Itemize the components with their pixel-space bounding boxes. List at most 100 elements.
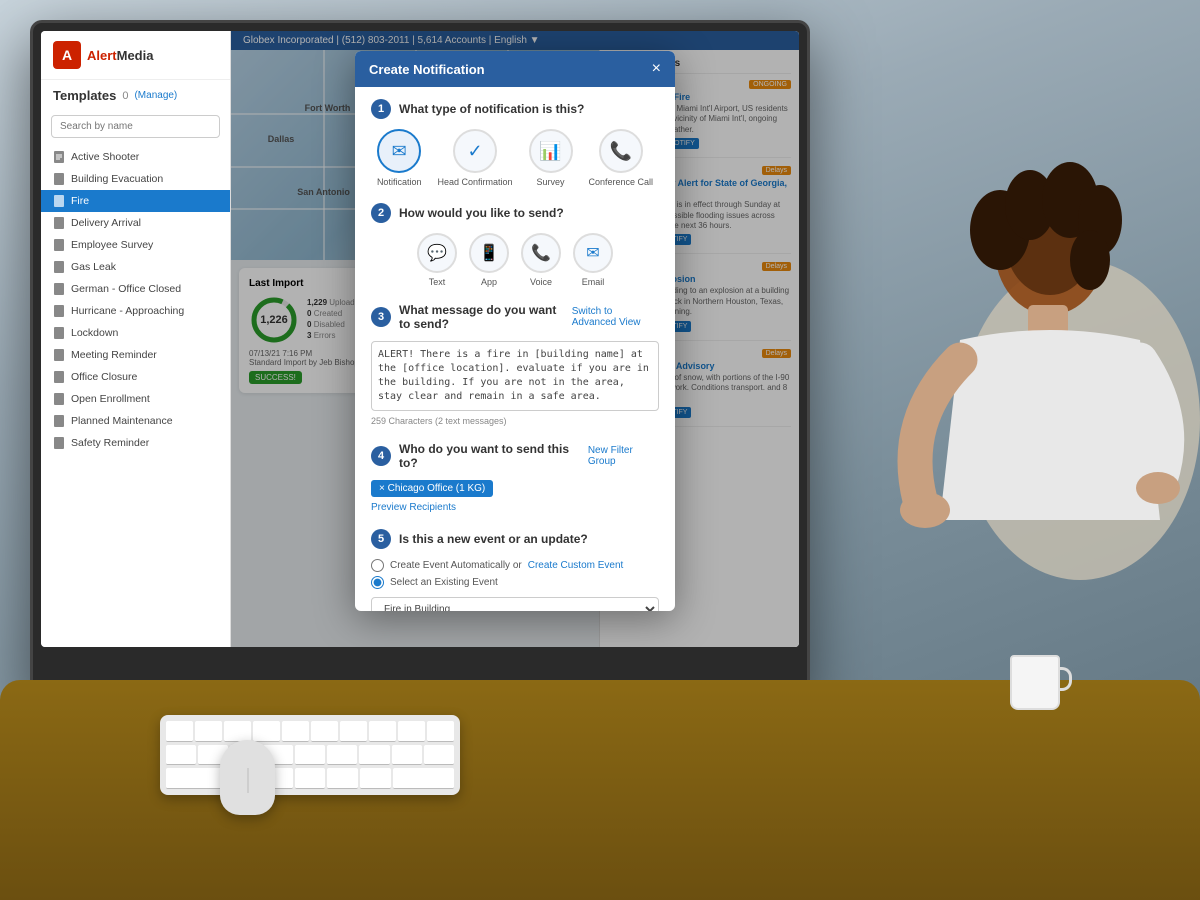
sidebar-item-german-office[interactable]: German - Office Closed (41, 278, 230, 300)
item-label: Open Enrollment (71, 393, 150, 405)
key (359, 745, 389, 766)
sidebar-item-open-enrollment[interactable]: Open Enrollment (41, 388, 230, 410)
sidebar-item-building-evacuation[interactable]: Building Evacuation (41, 168, 230, 190)
radio-existing-event: Select an Existing Event (371, 576, 659, 589)
voice-icon-circle: 📞 (521, 233, 561, 273)
radio-existing-label: Select an Existing Event (390, 577, 498, 588)
item-label-fire: Fire (71, 195, 89, 207)
modal-overlay: Create Notification × 1 What type of not… (231, 31, 799, 647)
step-4: 4 Who do you want to send this to? New F… (371, 442, 659, 513)
sidebar-item-hurricane[interactable]: Hurricane - Approaching (41, 300, 230, 322)
key-space (393, 768, 454, 789)
key (295, 745, 325, 766)
app-icon-circle: 📱 (469, 233, 509, 273)
step-1-header: 1 What type of notification is this? (371, 99, 659, 119)
recipient-chicago: × Chicago Office (1 KG) (371, 480, 493, 497)
message-textarea[interactable]: ALERT! There is a fire in [building name… (371, 341, 659, 411)
step-5-header: 5 Is this a new event or an update? (371, 529, 659, 549)
sidebar-item-office-closure[interactable]: Office Closure (41, 366, 230, 388)
step-5: 5 Is this a new event or an update? Crea… (371, 529, 659, 611)
event-radio-group: Create Event Automatically or Create Cus… (371, 559, 659, 589)
step-3-number: 3 (371, 307, 391, 327)
sidebar-item-meeting[interactable]: Meeting Reminder (41, 344, 230, 366)
sidebar-item-active-shooter[interactable]: Active Shooter (41, 146, 230, 168)
templates-count: 0 (122, 90, 128, 102)
type-label-notification: Notification (377, 177, 422, 187)
radio-create-auto[interactable] (371, 559, 384, 572)
key-spacebar (166, 768, 227, 789)
send-email[interactable]: ✉ Email (573, 233, 613, 287)
sidebar-item-lockdown[interactable]: Lockdown (41, 322, 230, 344)
key (398, 721, 425, 742)
step-2: 2 How would you like to send? 💬 Text (371, 203, 659, 287)
step-1-number: 1 (371, 99, 391, 119)
template-icon (53, 371, 65, 383)
template-icon (53, 349, 65, 361)
keyboard (160, 715, 460, 795)
type-notification[interactable]: ✉ Notification (377, 129, 422, 187)
template-icon (53, 173, 65, 185)
key (327, 745, 357, 766)
sidebar-logo: A AlertMedia (41, 31, 230, 80)
notification-icon-circle: ✉ (377, 129, 421, 173)
step-5-label: Is this a new event or an update? (399, 532, 588, 546)
preview-recipients-link[interactable]: Preview Recipients (371, 502, 456, 513)
item-label: Office Closure (71, 371, 137, 383)
sidebar-item-gas-leak[interactable]: Gas Leak (41, 256, 230, 278)
step-3-label: What message do you want to send? (399, 303, 564, 331)
send-label-voice: Voice (530, 277, 552, 287)
step-4-header: 4 Who do you want to send this to? New F… (371, 442, 659, 470)
template-icon (53, 217, 65, 229)
monitor-screen: A AlertMedia Templates 0 (Manage) Active (41, 31, 799, 647)
send-app[interactable]: 📱 App (469, 233, 509, 287)
key-row-3 (166, 768, 454, 789)
step-3-header: 3 What message do you want to send? Swit… (371, 303, 659, 331)
item-label: Safety Reminder (71, 437, 149, 449)
type-conference-call[interactable]: 📞 Conference Call (589, 129, 654, 187)
new-filter-link[interactable]: New Filter Group (588, 445, 659, 467)
template-icon (53, 393, 65, 405)
send-text[interactable]: 💬 Text (417, 233, 457, 287)
recipients-area: × Chicago Office (1 KG) (371, 480, 659, 497)
sidebar: A AlertMedia Templates 0 (Manage) Active (41, 31, 231, 647)
step-2-label: How would you like to send? (399, 206, 564, 220)
event-selector[interactable]: Fire in Building (371, 597, 659, 611)
head-confirmation-icon-circle: ✓ (453, 129, 497, 173)
step-5-number: 5 (371, 529, 391, 549)
sidebar-item-fire[interactable]: Fire (41, 190, 230, 212)
key (392, 745, 422, 766)
template-icon (53, 151, 65, 163)
conference-icon-circle: 📞 (599, 129, 643, 173)
template-list: Active Shooter Building Evacuation Fire … (41, 146, 230, 647)
item-label: Planned Maintenance (71, 415, 173, 427)
key (360, 768, 391, 789)
create-custom-event-link[interactable]: Create Custom Event (528, 560, 624, 571)
template-icon (53, 415, 65, 427)
send-voice[interactable]: 📞 Voice (521, 233, 561, 287)
sidebar-item-safety-reminder[interactable]: Safety Reminder (41, 432, 230, 454)
type-survey[interactable]: 📊 Survey (529, 129, 573, 187)
step-1-label: What type of notification is this? (399, 102, 584, 116)
key (369, 721, 396, 742)
radio-select-existing[interactable] (371, 576, 384, 589)
text-icon-circle: 💬 (417, 233, 457, 273)
sidebar-item-delivery[interactable]: Delivery Arrival (41, 212, 230, 234)
key (166, 745, 196, 766)
sidebar-item-planned-maintenance[interactable]: Planned Maintenance (41, 410, 230, 432)
monitor-frame: A AlertMedia Templates 0 (Manage) Active (30, 20, 810, 700)
close-button[interactable]: × (652, 61, 661, 77)
item-label: Building Evacuation (71, 173, 163, 185)
sidebar-item-employee-survey[interactable]: Employee Survey (41, 234, 230, 256)
search-input[interactable] (51, 115, 220, 138)
send-label-text: Text (429, 277, 446, 287)
step-4-label: Who do you want to send this to? (399, 442, 580, 470)
sidebar-title: Templates (53, 88, 116, 103)
advanced-view-link[interactable]: Switch to Advanced View (572, 306, 659, 328)
item-label: Active Shooter (71, 151, 139, 163)
manage-link[interactable]: (Manage) (134, 90, 177, 101)
key (282, 721, 309, 742)
send-label-app: App (481, 277, 497, 287)
step-2-number: 2 (371, 203, 391, 223)
type-head-confirmation[interactable]: ✓ Head Confirmation (437, 129, 512, 187)
type-label-head-confirmation: Head Confirmation (437, 177, 512, 187)
